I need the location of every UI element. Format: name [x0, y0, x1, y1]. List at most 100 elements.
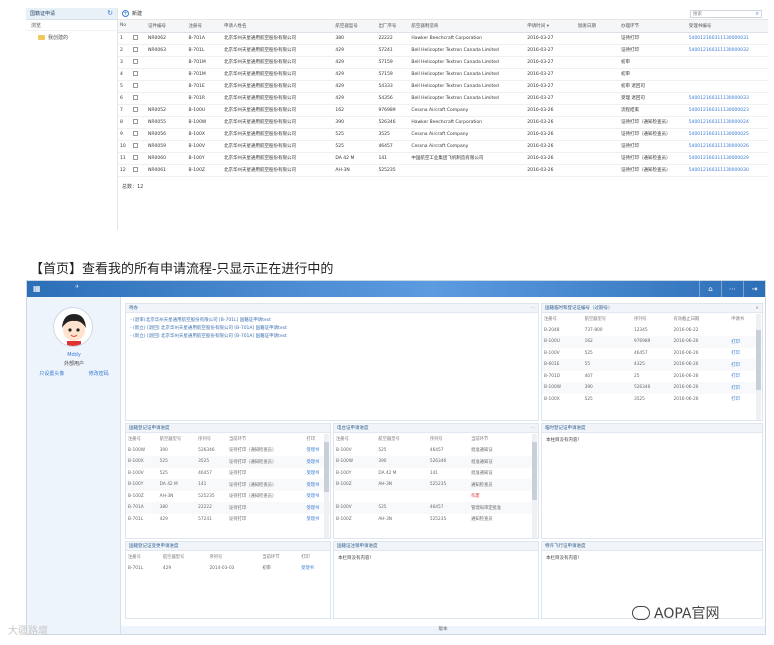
table-row[interactable]: B-100V 525 46457 证待打印 受理书 — [126, 468, 330, 480]
table-row[interactable]: B-100Y DA 42 M 141 批准通知证 — [334, 468, 538, 480]
refresh-icon[interactable]: ↻ — [107, 10, 113, 17]
checkbox[interactable] — [132, 58, 138, 64]
scrollbar[interactable] — [324, 434, 329, 538]
checkbox[interactable] — [132, 94, 138, 100]
checkbox[interactable] — [132, 82, 138, 88]
table-cell[interactable]: 540012160311130000029 — [686, 152, 768, 165]
scrollbar[interactable] — [756, 314, 761, 420]
table-row[interactable]: B-100Y DA 42 M 141 证待打印（通知检查员） 受理书 — [126, 479, 330, 491]
table-row[interactable]: 3 B-701M 北京华州天星通用航空股份有限公司 429 57159 Bell Heli… — [118, 56, 768, 69]
table-row[interactable]: 1 NR0062 B-701A 北京华州天星通用航空股份有限公司 380 22222 Haw… — [118, 32, 768, 45]
column-header[interactable]: 申请人姓名 — [221, 20, 334, 33]
table-cell[interactable]: 540012160311130000023 — [686, 104, 768, 117]
table-row[interactable]: B-100X 525 3525 2016-06-26 打印 — [542, 394, 762, 406]
table-cell[interactable] — [686, 68, 768, 81]
search-icon[interactable]: ⌕ — [756, 10, 759, 17]
table-row[interactable]: 7 NR0052 B-100U 北京华州天星通用航空股份有限公司 162 976989 Ce… — [118, 104, 768, 117]
table-cell[interactable]: 540012160311130000031 — [686, 32, 768, 45]
table-row[interactable]: B-701A 380 22222 证待打印 受理书 — [126, 502, 330, 514]
more-icon[interactable]: ⋯ — [531, 424, 536, 433]
column-header[interactable]: 航空器型号 — [333, 20, 377, 33]
new-button[interactable]: 新建 — [132, 10, 142, 17]
table-row[interactable]: B-701L 429 2014-03-03 初审 受理书 — [126, 563, 330, 575]
table-row[interactable]: B-100Z AH-3N 525235 通知检查员 — [334, 479, 538, 491]
table-row[interactable]: 8 NR0055 B-100W 北京华州天星通用航空股份有限公司 390 526346 Ha… — [118, 116, 768, 129]
home-icon[interactable]: ⌂ — [699, 281, 721, 297]
row-checkbox[interactable] — [130, 80, 146, 93]
row-checkbox[interactable] — [130, 68, 146, 81]
table-row[interactable]: B-100W 390 526346 证待打印（通知检查员） 受理书 — [126, 445, 330, 457]
todo-item[interactable]: - (新立) [退回] 北京华州天星通用航空股份有限公司 [B-701A] 国籍… — [126, 332, 538, 340]
table-cell[interactable] — [686, 56, 768, 69]
row-checkbox[interactable] — [130, 32, 146, 45]
column-header[interactable]: 颁发日期 — [575, 20, 619, 33]
logout-icon[interactable]: ⇥ — [743, 281, 765, 297]
set-avatar-link[interactable]: 只设置头像 — [39, 370, 64, 377]
table-row[interactable]: 12 NR0061 B-100Z 北京华州天星通用航空股份有限公司 AH-3N 52523… — [118, 164, 768, 177]
table-cell[interactable]: 540012160311130000026 — [686, 140, 768, 153]
table-cell[interactable]: 540012160311130000024 — [686, 116, 768, 129]
row-checkbox[interactable] — [130, 152, 146, 165]
table-row[interactable]: B-100X 525 3525 证待打印（通知检查员） 受理书 — [126, 456, 330, 468]
table-row[interactable]: B-100U 162 976989 2016-06-26 打印 — [542, 336, 762, 348]
table-row[interactable]: B-100Z AH-3N 525235 证待打印（通知检查员） 受理书 — [126, 491, 330, 503]
table-row[interactable]: B-100W 390 526346 2016-06-26 打印 — [542, 382, 762, 394]
row-checkbox[interactable] — [130, 56, 146, 69]
table-row[interactable]: 作废 — [334, 491, 538, 503]
close-icon[interactable]: × — [755, 304, 759, 313]
checkbox[interactable] — [132, 46, 138, 52]
scrollbar[interactable] — [532, 434, 537, 538]
column-header[interactable]: 航空器制造商 — [409, 20, 526, 33]
table-row[interactable]: B-100V 525 46457 管理局审定批准 — [334, 502, 538, 514]
todo-item[interactable]: - (新立) [退回] 北京华州天星通用航空股份有限公司 [B-701A] 国籍… — [126, 324, 538, 332]
checkbox[interactable] — [132, 34, 138, 40]
row-checkbox[interactable] — [130, 116, 146, 129]
table-row[interactable]: 2 NR0063 B-701L 北京华州天星通用航空股份有限公司 429 57241 Bel… — [118, 44, 768, 57]
table-row[interactable]: B-601E 55 4325 2016-06-26 打印 — [542, 359, 762, 371]
column-header[interactable]: 出厂序号 — [376, 20, 410, 33]
tree-item-my-created[interactable]: 我创建的 — [26, 31, 117, 41]
checkbox[interactable] — [132, 166, 138, 172]
column-header[interactable]: 证件编号 — [146, 20, 187, 33]
print-link[interactable]: 受理书 — [299, 563, 330, 575]
table-cell[interactable]: 540012160311130000033 — [686, 92, 768, 105]
column-header[interactable]: 注册号 — [186, 20, 222, 33]
table-cell[interactable]: 540012160311130000025 — [686, 128, 768, 141]
column-header[interactable]: 办理环节 — [618, 20, 687, 33]
column-header[interactable]: No — [118, 20, 131, 33]
row-checkbox[interactable] — [130, 128, 146, 141]
row-checkbox[interactable] — [130, 104, 146, 117]
column-header[interactable] — [130, 20, 146, 33]
table-row[interactable]: B-100W 390 526346 批准通知证 — [334, 456, 538, 468]
checkbox[interactable] — [132, 70, 138, 76]
more-icon[interactable]: ⋯ — [531, 304, 536, 313]
table-row[interactable]: B-100V 525 46457 2016-06-26 打印 — [542, 348, 762, 360]
table-cell[interactable]: 540012160311130000030 — [686, 164, 768, 177]
table-cell[interactable]: 540012160311130000032 — [686, 44, 768, 57]
table-row[interactable]: 10 NR0059 B-100V 北京华州天星通用航空股份有限公司 525 46457 Ce… — [118, 140, 768, 153]
row-checkbox[interactable] — [130, 164, 146, 177]
checkbox[interactable] — [132, 142, 138, 148]
menu-grid-icon[interactable]: ▦ — [33, 284, 41, 293]
table-row[interactable]: 11 NR0060 B-100Y 北京华州天星通用航空股份有限公司 DA 42 M 141… — [118, 152, 768, 165]
column-header[interactable]: 申请时间 ▾ — [525, 20, 576, 33]
table-row[interactable]: 4 B-701M 北京华州天星通用航空股份有限公司 429 57159 Bell Heli… — [118, 68, 768, 81]
add-icon[interactable]: + — [122, 10, 129, 17]
table-row[interactable]: B-701L 429 57241 证待打印 受理书 — [126, 514, 330, 526]
more-icon[interactable]: ⋯ — [721, 281, 743, 297]
checkbox[interactable] — [132, 130, 138, 136]
table-row[interactable]: B-701D 407 25 2016-06-26 打印 — [542, 371, 762, 383]
table-row[interactable]: B-100Z AH-3N 525235 通知检查员 — [334, 514, 538, 526]
checkbox[interactable] — [132, 118, 138, 124]
row-checkbox[interactable] — [130, 92, 146, 105]
search-input[interactable]: 搜索 ⌕ — [690, 10, 762, 18]
table-row[interactable]: 6 B-701R 北京华州天星通用航空股份有限公司 429 54356 Bell Heli… — [118, 92, 768, 105]
todo-item[interactable]: - (退审)北京华州天星通用航空股份有限公司 [B-701L] 国籍证申请tes… — [126, 316, 538, 324]
change-password-link[interactable]: 修改密码 — [89, 370, 109, 377]
table-row[interactable]: B-100V 525 46457 批准通知证 — [334, 445, 538, 457]
column-header[interactable]: 受理书编号 — [686, 20, 768, 33]
table-row[interactable]: B-2048 737-800 12345 2016-06-22 — [542, 325, 762, 337]
checkbox[interactable] — [132, 154, 138, 160]
row-checkbox[interactable] — [130, 140, 146, 153]
checkbox[interactable] — [132, 106, 138, 112]
